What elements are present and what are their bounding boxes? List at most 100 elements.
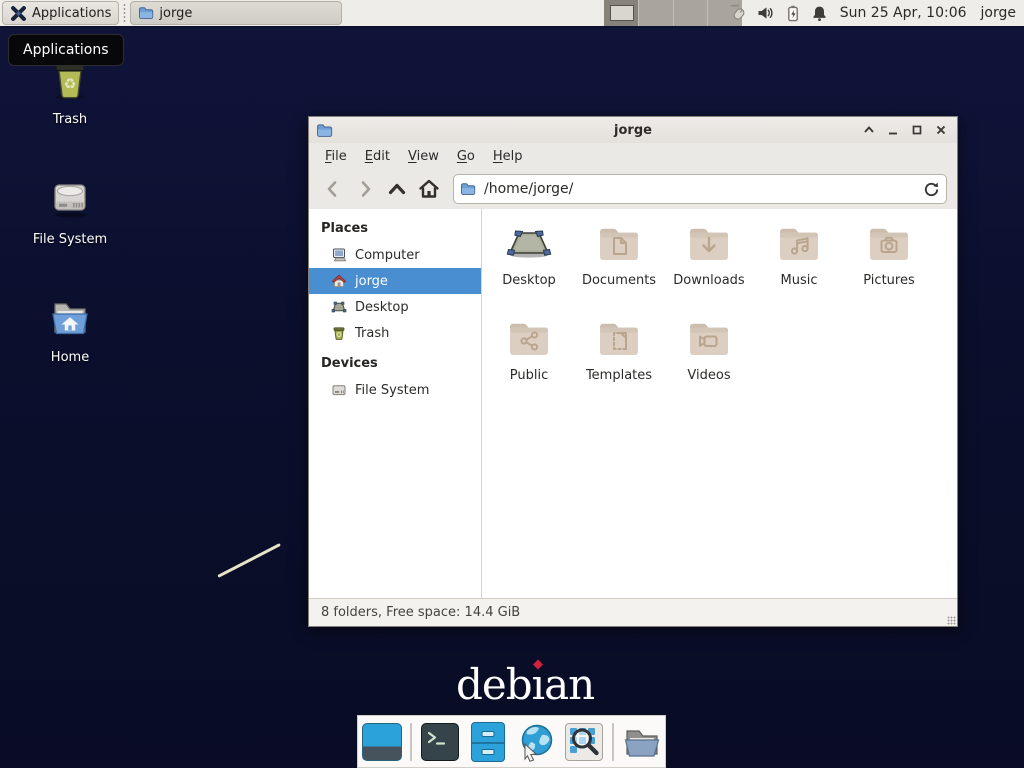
drive-icon (331, 382, 347, 398)
folder-public-icon (505, 315, 553, 363)
terminal-launcher[interactable] (420, 722, 460, 762)
folder-item-templates[interactable]: Templates (574, 312, 664, 407)
desktop-icon-home[interactable]: Home (15, 294, 125, 365)
toolbar (309, 169, 957, 209)
workspace-3[interactable] (674, 0, 709, 26)
trash-icon (331, 325, 347, 341)
applications-menu-button[interactable]: Applications (2, 1, 119, 25)
up-button[interactable] (383, 176, 411, 202)
maximize-button[interactable] (910, 124, 923, 137)
web-browser-launcher[interactable] (516, 722, 556, 762)
bottom-dock-panel (357, 715, 666, 768)
menu-file[interactable]: File (317, 146, 355, 167)
workspace-2[interactable] (639, 0, 674, 26)
sidebar-item-desktop[interactable]: Desktop (309, 294, 481, 320)
folder-item-music[interactable]: Music (754, 217, 844, 312)
app-finder-icon (565, 723, 603, 761)
folder-item-label: Videos (687, 368, 730, 383)
app-finder-launcher[interactable] (564, 722, 604, 762)
taskbar-window-label: jorge (159, 6, 192, 21)
panel-user-menu[interactable]: jorge (977, 5, 1020, 21)
desktop-icon-label: File System (15, 232, 125, 247)
reload-button[interactable] (923, 181, 940, 198)
side-pane: Places Computer jorge Desktop Trash (309, 209, 482, 598)
menu-go[interactable]: Go (449, 146, 483, 167)
places-header: Places (309, 217, 481, 242)
sidebar-item-label: jorge (355, 274, 388, 289)
panel-separator-handle (121, 3, 128, 23)
sidebar-item-jorge[interactable]: jorge (309, 268, 481, 294)
menu-help[interactable]: Help (485, 146, 531, 167)
folder-item-label: Public (510, 368, 548, 383)
folder-templates-icon (595, 315, 643, 363)
sidebar-item-computer[interactable]: Computer (309, 242, 481, 268)
status-text: 8 folders, Free space: 14.4 GiB (321, 605, 520, 620)
workspace-pager (604, 0, 742, 26)
desktop-icon-trash[interactable]: Trash (15, 56, 125, 127)
folder-documents-icon (595, 220, 643, 268)
folder-item-downloads[interactable]: Downloads (664, 217, 754, 312)
devices-header: Devices (309, 352, 481, 377)
menu-mnemonic: H (493, 149, 503, 164)
home-button[interactable] (415, 176, 443, 202)
show-desktop-button[interactable] (362, 722, 402, 762)
dock-separator (410, 723, 412, 761)
folder-item-videos[interactable]: Videos (664, 312, 754, 407)
debian-logo-text: deb (456, 660, 532, 709)
menu-edit[interactable]: Edit (357, 146, 398, 167)
folder-item-documents[interactable]: Documents (574, 217, 664, 312)
folder-item-label: Templates (586, 368, 652, 383)
file-manager-window: jorge File Edit View Go Help (308, 116, 958, 627)
top-panel: Applications jorge (0, 0, 1024, 28)
desktop-icon-label: Home (15, 350, 125, 365)
menu-label: dit (373, 149, 390, 164)
xfce-applications-icon (10, 5, 27, 22)
desktop-icon-label: Trash (15, 112, 125, 127)
folder-item-desktop[interactable]: Desktop (484, 217, 574, 312)
bell-icon[interactable] (809, 3, 830, 24)
folder-videos-icon (685, 315, 733, 363)
directory-launcher[interactable] (622, 722, 662, 762)
folder-music-icon (775, 220, 823, 268)
workspace-1[interactable] (604, 0, 639, 26)
folder-downloads-icon (685, 220, 733, 268)
menu-label: elp (503, 149, 523, 164)
desktop-root: Applications jorge (0, 0, 1024, 768)
shade-button[interactable] (862, 124, 875, 137)
panel-clock[interactable]: Sun 25 Apr, 10:06 (836, 5, 971, 21)
file-manager-launcher[interactable] (468, 722, 508, 762)
menu-bar: File Edit View Go Help (309, 143, 957, 169)
open-folder-icon (622, 722, 662, 762)
desktop-surface-icon (505, 220, 553, 268)
sidebar-item-trash[interactable]: Trash (309, 320, 481, 346)
folder-item-public[interactable]: Public (484, 312, 574, 407)
forward-button[interactable] (351, 176, 379, 202)
globe-icon (516, 722, 556, 762)
resize-grip[interactable] (947, 616, 956, 625)
back-button[interactable] (319, 176, 347, 202)
window-titlebar[interactable]: jorge (309, 117, 957, 143)
desktop-icon-file-system[interactable]: File System (15, 176, 125, 247)
folder-item-label: Desktop (502, 273, 556, 288)
battery-icon[interactable] (782, 3, 803, 24)
desktop-icon (331, 299, 347, 315)
folder-item-label: Music (781, 273, 818, 288)
menu-view[interactable]: View (400, 146, 447, 167)
close-button[interactable] (934, 124, 947, 137)
minimize-button[interactable] (886, 124, 899, 137)
status-bar: 8 folders, Free space: 14.4 GiB (309, 598, 957, 626)
location-bar[interactable] (453, 174, 947, 204)
computer-icon (331, 247, 347, 263)
window-body: Places Computer jorge Desktop Trash (309, 209, 957, 598)
volume-icon[interactable] (755, 3, 776, 24)
folder-icon (138, 5, 154, 21)
taskbar-window-button[interactable]: jorge (130, 1, 342, 25)
folder-item-label: Downloads (673, 273, 744, 288)
mouse-icon[interactable] (728, 3, 749, 24)
window-title: jorge (309, 123, 957, 138)
location-input[interactable] (482, 180, 917, 198)
menu-label: iew (417, 149, 439, 164)
sidebar-item-file-system[interactable]: File System (309, 377, 481, 403)
folder-pictures-icon (865, 220, 913, 268)
folder-item-pictures[interactable]: Pictures (844, 217, 934, 312)
